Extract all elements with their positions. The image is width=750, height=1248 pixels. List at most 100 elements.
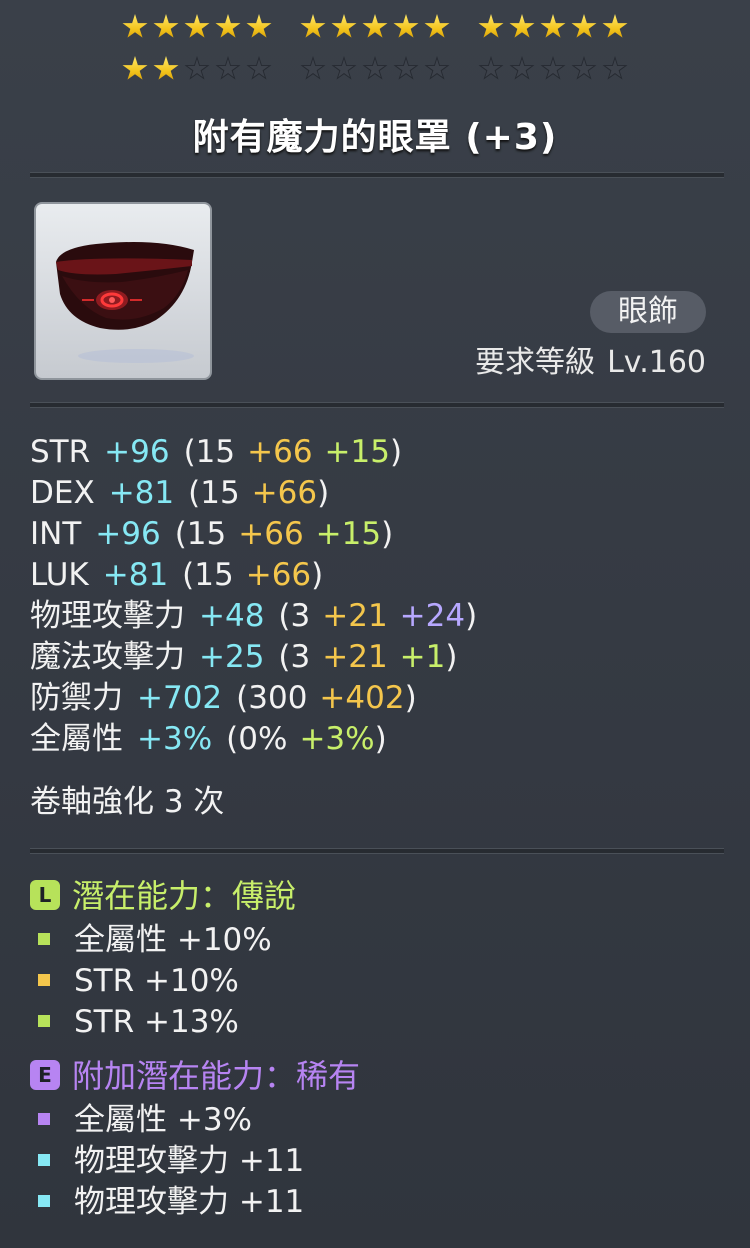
star-icon: [602, 56, 628, 80]
star-icon: [424, 56, 450, 80]
star-icon: [331, 56, 357, 80]
star-icon: [362, 14, 388, 38]
potential-title: 潛在能力：傳說: [72, 877, 297, 915]
stat-bonus: +21: [322, 598, 388, 634]
stat-bonus: +402: [319, 680, 405, 716]
stat-bonus: +21: [322, 639, 388, 675]
stat-name: 防禦力: [30, 680, 123, 716]
potential-text: STR +10%: [74, 963, 239, 999]
divider: [30, 402, 724, 408]
star-icon: [246, 14, 272, 38]
star-icon: [424, 14, 450, 38]
stat-close: ): [445, 639, 458, 675]
stat-name: 魔法攻擊力: [30, 639, 185, 675]
stat-total: +25: [199, 639, 265, 675]
additional-potential-header: E 附加潛在能力：稀有: [30, 1056, 360, 1096]
star-force-row-1: [0, 12, 750, 46]
potential-text: 全屬性 +3%: [74, 1102, 253, 1138]
item-icon: [34, 202, 212, 380]
additional-potential-title: 附加潛在能力：稀有: [72, 1057, 361, 1095]
stat-total: +48: [199, 598, 265, 634]
stat-enhance: +3%: [299, 721, 375, 757]
scroll-upgrade-count: 卷軸強化 3 次: [30, 784, 225, 820]
star-icon: [571, 14, 597, 38]
additional-potential-list: 全屬性 +3% 物理攻擊力 +11 物理攻擊力 +11: [30, 1100, 304, 1223]
stat-line: LUK +81 (15 +66): [30, 555, 477, 596]
bullet-icon: [38, 973, 50, 986]
stat-close: ): [389, 434, 403, 470]
stat-name: STR: [30, 434, 91, 470]
star-icon: [184, 14, 210, 38]
star-icon: [478, 56, 504, 80]
star-force-row-2: [0, 54, 750, 88]
star-icon: [540, 56, 566, 80]
stat-list: STR +96 (15 +66 +15) DEX +81 (15 +66) INT +96 (15 +6…: [30, 432, 477, 760]
star-icon: [478, 14, 504, 38]
stat-total: +702: [137, 680, 223, 716]
stat-total: +3%: [137, 721, 213, 757]
star-icon: [153, 56, 179, 80]
star-icon: [122, 56, 148, 80]
required-level-label: 要求等級: [475, 345, 596, 380]
star-icon: [602, 14, 628, 38]
potential-line: 全屬性 +3%: [30, 1100, 304, 1141]
rare-grade-icon: E: [30, 1060, 60, 1090]
star-icon: [393, 56, 419, 80]
stat-base: (15: [182, 557, 234, 593]
stat-base: (0%: [226, 721, 288, 757]
stat-line: 物理攻擊力 +48 (3 +21 +24): [30, 596, 477, 637]
star-icon: [215, 14, 241, 38]
stat-enhance: +1: [399, 639, 446, 675]
star-icon: [509, 14, 535, 38]
required-level: 要求等級 Lv.160: [475, 342, 706, 384]
divider: [30, 172, 724, 178]
potential-line: STR +10%: [30, 961, 272, 1002]
bullet-icon: [38, 1014, 50, 1027]
star-icon: [540, 14, 566, 38]
star-icon: [184, 56, 210, 80]
required-level-value: Lv.160: [607, 345, 706, 380]
stat-close: ): [381, 516, 394, 552]
stat-name: 物理攻擊力: [30, 598, 185, 634]
item-name: 附有魔力的眼罩 (+3): [192, 117, 558, 158]
stat-enhance: +15: [315, 516, 382, 552]
stat-base: (15: [174, 516, 227, 552]
star-icon: [300, 14, 326, 38]
star-icon: [331, 14, 357, 38]
bullet-icon: [38, 1194, 50, 1207]
stat-line: 全屬性 +3% (0% +3%): [30, 719, 477, 760]
bullet-icon: [38, 1153, 50, 1166]
stat-close: ): [311, 557, 324, 593]
stat-bonus: +66: [238, 516, 304, 552]
stat-base: (15: [183, 434, 236, 470]
potential-line: 物理攻擊力 +11: [30, 1182, 304, 1223]
item-tooltip: 附有魔力的眼罩 (+3) 眼飾 要求等級 Lv.160 STR +96 (15 +66 +…: [0, 0, 750, 1248]
stat-close: ): [317, 475, 330, 511]
star-icon: [246, 56, 272, 80]
star-icon: [509, 56, 535, 80]
divider: [30, 848, 724, 854]
stat-base: (3: [278, 639, 311, 675]
stat-line: 魔法攻擊力 +25 (3 +21 +1): [30, 637, 477, 678]
stat-bonus: +66: [251, 475, 318, 511]
stat-name: DEX: [30, 475, 95, 511]
star-icon: [153, 14, 179, 38]
potential-text: 全屬性 +10%: [74, 922, 272, 958]
potential-list: 全屬性 +10% STR +10% STR +13%: [30, 920, 272, 1043]
star-icon: [571, 56, 597, 80]
stat-line: INT +96 (15 +66 +15): [30, 514, 477, 555]
stat-close: ): [404, 680, 417, 716]
stat-bonus: +66: [247, 434, 313, 470]
stat-name: 全屬性: [30, 721, 123, 757]
potential-line: 物理攻擊力 +11: [30, 1141, 304, 1182]
stat-close: ): [374, 721, 387, 757]
potential-header: L 潛在能力：傳說: [30, 876, 296, 916]
stat-close: ): [465, 598, 478, 634]
bullet-icon: [38, 1112, 50, 1125]
star-icon: [393, 14, 419, 38]
star-icon: [300, 56, 326, 80]
stat-name: LUK: [30, 557, 89, 593]
stat-base: (3: [278, 598, 311, 634]
potential-text: STR +13%: [74, 1004, 239, 1040]
potential-line: STR +13%: [30, 1002, 272, 1043]
